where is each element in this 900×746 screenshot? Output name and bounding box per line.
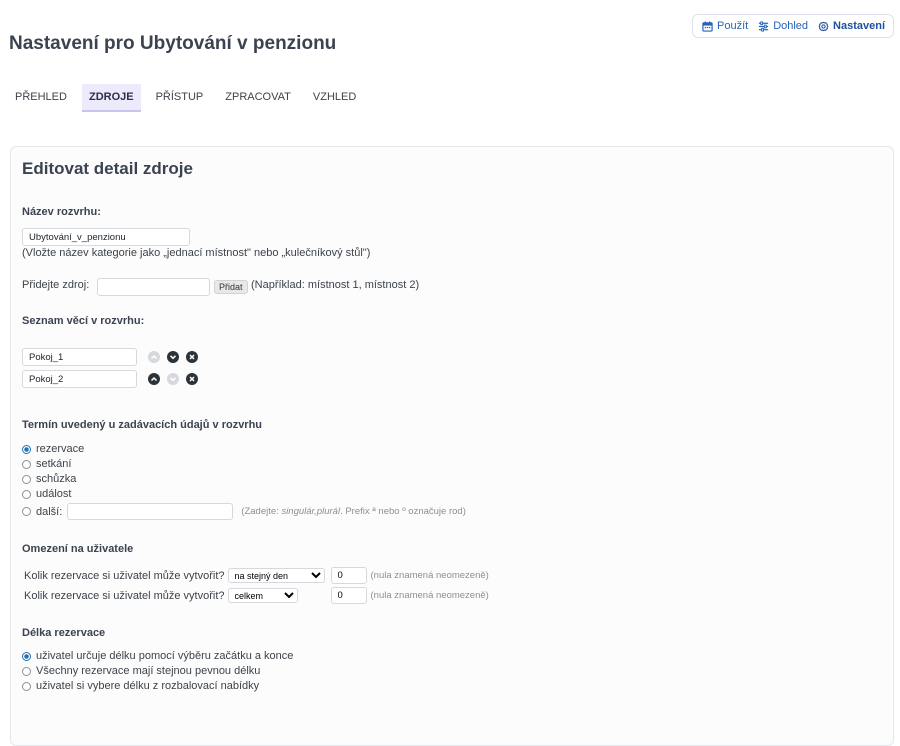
limit-count-input[interactable] (330, 567, 367, 584)
list-item (22, 370, 198, 388)
term-option-other[interactable]: další: (Zadejte: singulár,plurál. Prefix… (22, 503, 466, 520)
term-option-label: schůzka (36, 473, 77, 485)
add-resource-input[interactable] (97, 278, 210, 296)
term-option-label: další: (36, 505, 63, 518)
term-option[interactable]: schůzka (22, 473, 466, 485)
tab-resources[interactable]: ZDROJE (81, 84, 141, 112)
duration-option[interactable]: Všechny rezervace mají stejnou pevnou dé… (22, 665, 293, 677)
calendar-icon (702, 20, 713, 32)
move-down-icon[interactable] (167, 351, 179, 363)
limit-row: Kolik rezervace si uživatel může vytvoři… (24, 587, 489, 604)
radio-button[interactable] (22, 507, 31, 516)
limit-period-select[interactable]: na stejný den (227, 568, 325, 583)
menu-item-settings[interactable]: Nastavení (818, 20, 885, 32)
term-label: Termín uvedený u zadávacích údajů v rozv… (22, 419, 263, 431)
list-item (22, 348, 198, 366)
add-resource-hint: (Například: místnost 1, místnost 2) (251, 279, 420, 291)
limit-period-select[interactable]: celkem (227, 588, 298, 603)
duration-option-label: uživatel si vybere délku z rozbalovací n… (36, 680, 260, 692)
limit-question: Kolik rezervace si uživatel může vytvoři… (24, 569, 225, 582)
menu-item-use[interactable]: Použít (702, 20, 748, 32)
radio-button[interactable] (22, 459, 31, 469)
add-resource-label: Přidejte zdroj: (22, 279, 90, 291)
term-option-label: rezervace (36, 443, 85, 455)
remove-icon[interactable] (186, 351, 198, 363)
sliders-icon (759, 20, 769, 32)
settings-tabs: PŘEHLED ZDROJE PŘÍSTUP ZPRACOVAT VZHLED (8, 84, 371, 112)
radio-button[interactable] (22, 681, 31, 691)
tab-access[interactable]: PŘÍSTUP (149, 84, 211, 112)
menu-item-supervise-label: Dohled (773, 20, 809, 32)
page-title: Nastavení pro Ubytování v penzionu (9, 33, 337, 54)
tab-overview[interactable]: PŘEHLED (8, 84, 74, 112)
menu-item-use-label: Použít (717, 20, 749, 32)
term-other-input[interactable] (67, 503, 234, 520)
radio-button[interactable] (22, 444, 31, 454)
resource-detail-panel: Editovat detail zdroje Název rozvrhu: (V… (10, 146, 894, 746)
remove-icon[interactable] (186, 373, 198, 385)
move-down-icon (167, 373, 179, 385)
top-menu: Použít Dohled Nastavení (692, 14, 894, 38)
move-up-icon (148, 351, 160, 363)
item-name-input[interactable] (22, 370, 137, 388)
schedule-name-label: Název rozvrhu: (22, 206, 101, 218)
radio-button[interactable] (22, 489, 31, 499)
duration-option[interactable]: uživatel určuje délku pomocí výběru začá… (22, 650, 293, 662)
limit-question: Kolik rezervace si uživatel může vytvoři… (24, 589, 225, 602)
duration-label: Délka rezervace (22, 627, 106, 639)
radio-button[interactable] (22, 474, 31, 484)
term-option-label: setkání (36, 458, 72, 470)
limit-hint: (nula znamená neomezeně) (370, 570, 489, 581)
schedule-name-hint: (Vložte název kategorie jako „jednací mí… (22, 247, 371, 259)
duration-option-label: Všechny rezervace mají stejnou pevnou dé… (36, 665, 261, 677)
schedule-name-input[interactable] (22, 228, 190, 246)
limit-hint: (nula znamená neomezeně) (370, 590, 489, 601)
term-option[interactable]: rezervace (22, 443, 466, 455)
term-option[interactable]: událost (22, 488, 466, 500)
menu-item-supervise[interactable]: Dohled (758, 20, 808, 32)
menu-item-settings-label: Nastavení (833, 20, 886, 32)
term-other-hint: (Zadejte: singulár,plurál. Prefix ª nebo… (241, 506, 466, 517)
items-list-label: Seznam věcí v rozvrhu: (22, 315, 145, 327)
term-option[interactable]: setkání (22, 458, 466, 470)
tab-appearance[interactable]: VZHLED (306, 84, 363, 112)
tab-processing[interactable]: ZPRACOVAT (218, 84, 298, 112)
item-name-input[interactable] (22, 348, 137, 366)
duration-option[interactable]: uživatel si vybere délku z rozbalovací n… (22, 680, 293, 692)
gear-icon (818, 21, 829, 31)
user-limit-label: Omezení na uživatele (22, 543, 134, 555)
term-option-label: událost (36, 488, 72, 500)
panel-title: Editovat detail zdroje (22, 159, 193, 178)
add-resource-button[interactable]: Přidat (214, 280, 248, 294)
duration-option-label: uživatel určuje délku pomocí výběru začá… (36, 650, 294, 662)
limit-row: Kolik rezervace si uživatel může vytvoři… (24, 567, 489, 584)
move-up-icon[interactable] (148, 373, 160, 385)
radio-button[interactable] (22, 666, 31, 676)
term-options: rezervace setkání schůzka událost další:… (22, 443, 466, 520)
radio-button[interactable] (22, 651, 31, 661)
duration-options: uživatel určuje délku pomocí výběru začá… (22, 650, 293, 692)
limit-count-input[interactable] (330, 587, 367, 604)
